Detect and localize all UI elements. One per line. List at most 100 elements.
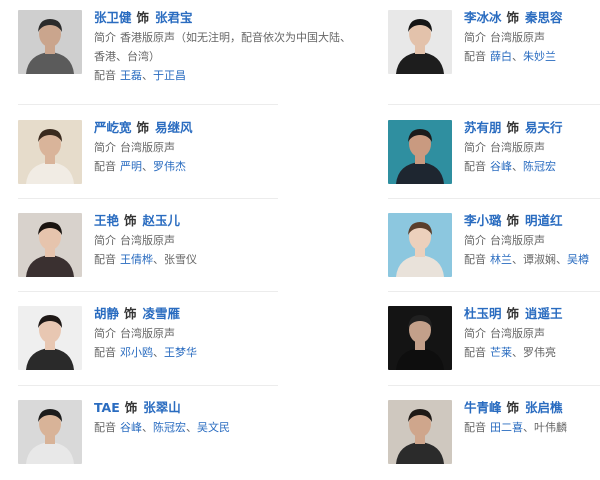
intro-text: 台湾版原声 xyxy=(120,327,175,340)
actor-name-link[interactable]: 李冰冰 xyxy=(464,10,502,25)
row-divider xyxy=(18,198,278,199)
intro-line: 简介 台湾版原声 xyxy=(464,324,600,343)
plays-label: 饰 xyxy=(506,400,520,415)
voice-actor-link[interactable]: 王倩桦 xyxy=(120,253,153,266)
actor-name-link[interactable]: 杜玉明 xyxy=(464,306,502,321)
separator: 、 xyxy=(142,69,153,82)
actor-photo[interactable] xyxy=(388,10,452,74)
intro-line: 简介 台湾版原声 xyxy=(464,28,600,47)
role-name-link[interactable]: 明道红 xyxy=(525,213,563,228)
dub-label: 配音 xyxy=(94,69,116,82)
intro-text: 台湾版原声 xyxy=(120,141,175,154)
voice-actor-link[interactable]: 严明 xyxy=(120,160,142,173)
actor-photo[interactable] xyxy=(18,306,82,370)
intro-text: 台湾版原声 xyxy=(490,141,545,154)
actor-name-link[interactable]: 胡静 xyxy=(94,306,119,321)
actor-name-link[interactable]: 苏有朋 xyxy=(464,120,502,135)
voice-actor-link[interactable]: 王梦华 xyxy=(164,346,197,359)
cast-card: 王艳饰赵玉儿 简介 台湾版原声 配音 王倩桦、张雪仪 xyxy=(18,213,258,293)
voice-actor-link[interactable]: 芒莱 xyxy=(490,346,512,359)
voice-actor-link[interactable]: 陈冠宏 xyxy=(523,160,556,173)
voice-actor-link[interactable]: 吴文民 xyxy=(197,421,230,434)
cast-card: 严屹宽饰易继风 简介 台湾版原声 配音 严明、罗伟杰 xyxy=(18,120,258,200)
intro-text: 香港、台湾） xyxy=(94,50,160,63)
dub-line: 配音 王磊、于正昌 xyxy=(94,66,294,85)
plays-label: 饰 xyxy=(506,213,520,228)
actor-name-link[interactable]: 严屹宽 xyxy=(94,120,132,135)
role-name-link[interactable]: 张启樵 xyxy=(525,400,563,415)
actor-photo[interactable] xyxy=(388,120,452,184)
voice-actor-link[interactable]: 王磊 xyxy=(120,69,142,82)
intro-text: 台湾版原声 xyxy=(490,327,545,340)
role-name-link[interactable]: 张君宝 xyxy=(155,10,193,25)
actor-photo[interactable] xyxy=(388,306,452,370)
cast-title: 苏有朋饰易天行 xyxy=(464,120,600,138)
plays-label: 饰 xyxy=(124,400,138,415)
dub-line: 配音 王倩桦、张雪仪 xyxy=(94,250,294,269)
intro-label: 简介 xyxy=(464,234,486,247)
role-name-link[interactable]: 凌雪雁 xyxy=(143,306,181,321)
dub-label: 配音 xyxy=(464,50,486,63)
voice-actor-link[interactable]: 陈冠宏 xyxy=(153,421,186,434)
intro-text: 台湾版原声 xyxy=(120,234,175,247)
actor-name-link[interactable]: 张卫健 xyxy=(94,10,132,25)
role-name-link[interactable]: 张翠山 xyxy=(143,400,181,415)
dub-label: 配音 xyxy=(464,160,486,173)
intro-label: 简介 xyxy=(94,327,116,340)
cast-card: 苏有朋饰易天行 简介 台湾版原声 配音 谷峰、陈冠宏 xyxy=(388,120,600,200)
role-name-link[interactable]: 逍遥王 xyxy=(525,306,563,321)
intro-text: 台湾版原声 xyxy=(490,31,545,44)
voice-actor-link[interactable]: 于正昌 xyxy=(153,69,186,82)
actor-photo[interactable] xyxy=(18,120,82,184)
voice-actor-link[interactable]: 罗伟杰 xyxy=(153,160,186,173)
portrait-graphic xyxy=(388,10,452,74)
cast-card: 李小璐饰明道红 简介 台湾版原声 配音 林兰、谭淑娴、吴樽 xyxy=(388,213,600,293)
separator: 、 xyxy=(153,253,164,266)
intro-label: 简介 xyxy=(94,234,116,247)
actor-name-link[interactable]: TAE xyxy=(94,400,120,415)
portrait-graphic xyxy=(388,120,452,184)
role-name-link[interactable]: 易天行 xyxy=(525,120,563,135)
dub-line: 配音 芒莱、罗伟亮 xyxy=(464,343,600,362)
portrait-graphic xyxy=(18,120,82,184)
dub-line: 配音 谷峰、陈冠宏 xyxy=(464,157,600,176)
cast-info: 李小璐饰明道红 简介 台湾版原声 配音 林兰、谭淑娴、吴樽 xyxy=(464,213,600,269)
cast-title: 严屹宽饰易继风 xyxy=(94,120,294,138)
actor-photo[interactable] xyxy=(18,400,82,464)
cast-title: 牛青峰饰张启樵 xyxy=(464,400,600,418)
dub-label: 配音 xyxy=(464,421,486,434)
intro-label: 简介 xyxy=(464,141,486,154)
actor-name-link[interactable]: 李小璐 xyxy=(464,213,502,228)
voice-actor-link[interactable]: 田二喜 xyxy=(490,421,523,434)
voice-actor-link[interactable]: 谷峰 xyxy=(120,421,142,434)
plays-label: 饰 xyxy=(506,306,520,321)
voice-actor-link[interactable]: 吴樽 xyxy=(567,253,589,266)
intro-label: 简介 xyxy=(94,31,116,44)
actor-name-link[interactable]: 王艳 xyxy=(94,213,119,228)
dub-line: 配音 邓小鸥、王梦华 xyxy=(94,343,294,362)
actor-photo[interactable] xyxy=(388,400,452,464)
actor-photo[interactable] xyxy=(388,213,452,277)
separator: 、 xyxy=(142,421,153,434)
cast-info: 胡静饰凌雪雁 简介 台湾版原声 配音 邓小鸥、王梦华 xyxy=(94,306,294,362)
voice-actor-link[interactable]: 朱妙兰 xyxy=(523,50,556,63)
separator: 、 xyxy=(512,50,523,63)
intro-line: 简介 台湾版原声 xyxy=(94,324,294,343)
plays-label: 饰 xyxy=(136,10,150,25)
cast-info: 严屹宽饰易继风 简介 台湾版原声 配音 严明、罗伟杰 xyxy=(94,120,294,176)
row-divider xyxy=(18,291,278,292)
role-name-link[interactable]: 赵玉儿 xyxy=(143,213,181,228)
intro-line: 简介 台湾版原声 xyxy=(464,138,600,157)
voice-actor-link[interactable]: 林兰 xyxy=(490,253,512,266)
cast-card: 胡静饰凌雪雁 简介 台湾版原声 配音 邓小鸥、王梦华 xyxy=(18,306,258,386)
actor-photo[interactable] xyxy=(18,213,82,277)
actor-name-link[interactable]: 牛青峰 xyxy=(464,400,502,415)
voice-actor-link[interactable]: 谷峰 xyxy=(490,160,512,173)
cast-title: TAE 饰张翠山 xyxy=(94,400,294,418)
voice-actor-link[interactable]: 邓小鸥 xyxy=(120,346,153,359)
role-name-link[interactable]: 易继风 xyxy=(155,120,193,135)
role-name-link[interactable]: 秦思容 xyxy=(525,10,563,25)
row-divider xyxy=(388,385,600,386)
voice-actor-link[interactable]: 薛白 xyxy=(490,50,512,63)
actor-photo[interactable] xyxy=(18,10,82,74)
